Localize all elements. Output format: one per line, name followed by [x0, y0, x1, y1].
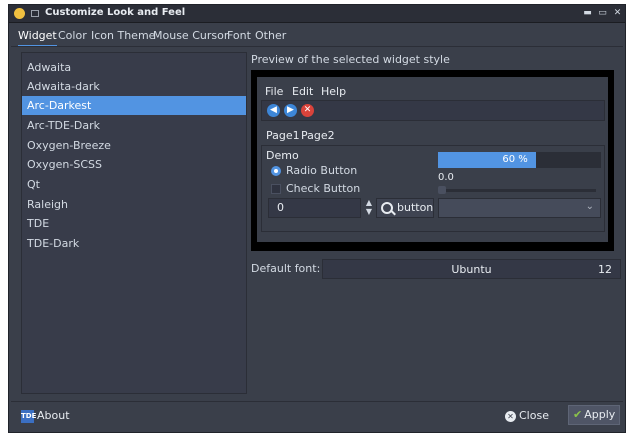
app-icon	[14, 8, 25, 19]
font-size: 12	[598, 263, 612, 276]
preview-tab-page2[interactable]: Page2	[301, 129, 335, 142]
customize-window: Customize Look and Feel ▬ ▭ ✕ Widget Col…	[8, 4, 626, 433]
about-label: About	[37, 409, 70, 422]
style-item-tde[interactable]: TDE	[22, 214, 246, 233]
spin-arrows-icon[interactable]: ▲ ▼	[364, 198, 374, 218]
check-button-label[interactable]: Check Button	[286, 182, 360, 195]
preview-menu-file[interactable]: File	[265, 85, 283, 98]
preview-label: Preview of the selected widget style	[251, 53, 450, 66]
search-tool-button[interactable]: button	[376, 198, 434, 218]
window-menu-icon[interactable]	[31, 10, 39, 17]
combo-box[interactable]: ⌄	[438, 198, 601, 218]
progress-text: 60 %	[502, 154, 528, 165]
main-tabs: Widget Color Icon Theme Mouse Cursor Fon…	[9, 27, 625, 47]
tab-other[interactable]: Other	[255, 27, 286, 45]
tab-widget[interactable]: Widget	[18, 27, 57, 47]
preview-menu-help[interactable]: Help	[321, 85, 346, 98]
close-icon: ✕	[505, 411, 516, 422]
spin-box[interactable]: 0	[268, 198, 361, 218]
style-item-tde-dark[interactable]: TDE-Dark	[22, 234, 246, 253]
about-button[interactable]: TDEAbout	[21, 406, 70, 426]
style-item-arc-tde-dark[interactable]: Arc-TDE-Dark	[22, 116, 246, 135]
back-icon[interactable]: ◀	[267, 104, 280, 117]
close-label: Close	[519, 409, 549, 422]
style-item-adwaita[interactable]: Adwaita	[22, 58, 246, 77]
default-font-label: Default font:	[251, 262, 321, 275]
style-item-adwaita-dark[interactable]: Adwaita-dark	[22, 77, 246, 96]
style-item-arc-darkest[interactable]: Arc-Darkest	[22, 96, 246, 115]
radio-button[interactable]	[271, 166, 281, 176]
forward-icon[interactable]: ▶	[284, 104, 297, 117]
checkmark-icon: ✔	[573, 408, 583, 421]
tab-divider	[11, 46, 623, 47]
close-window-icon[interactable]: ✕	[612, 8, 623, 18]
preview-frame: File Edit Help ◀ ▶ ✕ Page1 Page2 Demo Ra…	[251, 70, 614, 251]
magnifier-icon	[381, 202, 393, 214]
style-item-raleigh[interactable]: Raleigh	[22, 195, 246, 214]
demo-label: Demo	[266, 149, 299, 162]
progress-bar: 60 %	[438, 152, 601, 168]
slider-handle[interactable]	[438, 186, 446, 194]
tab-color[interactable]: Color	[58, 27, 87, 45]
tab-mouse-cursor[interactable]: Mouse Cursor	[153, 27, 228, 45]
font-name: Ubuntu	[451, 263, 492, 276]
maximize-icon[interactable]: ▭	[597, 8, 608, 18]
widget-style-list[interactable]: Adwaita Adwaita-dark Arc-Darkest Arc-TDE…	[21, 52, 247, 394]
window-title: Customize Look and Feel	[45, 7, 186, 18]
preview-toolbar: ◀ ▶ ✕	[261, 100, 605, 121]
tool-button-label: button	[397, 201, 434, 214]
apply-label: Apply	[584, 408, 616, 421]
check-button[interactable]	[271, 184, 281, 194]
chevron-down-icon: ⌄	[585, 201, 594, 212]
preview-menu-edit[interactable]: Edit	[292, 85, 313, 98]
preview-window: File Edit Help ◀ ▶ ✕ Page1 Page2 Demo Ra…	[257, 77, 608, 242]
default-font-button[interactable]: Ubuntu 12	[322, 259, 621, 279]
stop-icon[interactable]: ✕	[301, 104, 314, 117]
tab-icon-theme[interactable]: Icon Theme	[91, 27, 155, 45]
tab-font[interactable]: Font	[227, 27, 251, 45]
preview-tab-page1[interactable]: Page1	[266, 129, 300, 142]
style-item-oxygen-breeze[interactable]: Oxygen-Breeze	[22, 136, 246, 155]
tde-logo-icon: TDE	[21, 409, 36, 423]
slider-value: 0.0	[438, 172, 454, 183]
style-item-qt[interactable]: Qt	[22, 175, 246, 194]
close-button[interactable]: ✕ Close	[505, 406, 549, 426]
style-item-oxygen-scss[interactable]: Oxygen-SCSS	[22, 155, 246, 174]
preview-tab-panel: Demo Radio Button Check Button 0 ▲ ▼ butt…	[261, 146, 605, 232]
slider[interactable]	[438, 186, 596, 194]
radio-button-label[interactable]: Radio Button	[286, 164, 357, 177]
bottom-divider	[11, 401, 623, 402]
title-bar[interactable]: Customize Look and Feel ▬ ▭ ✕	[9, 5, 625, 23]
minimize-icon[interactable]: ▬	[582, 8, 593, 18]
apply-button[interactable]: ✔ Apply	[568, 405, 620, 425]
